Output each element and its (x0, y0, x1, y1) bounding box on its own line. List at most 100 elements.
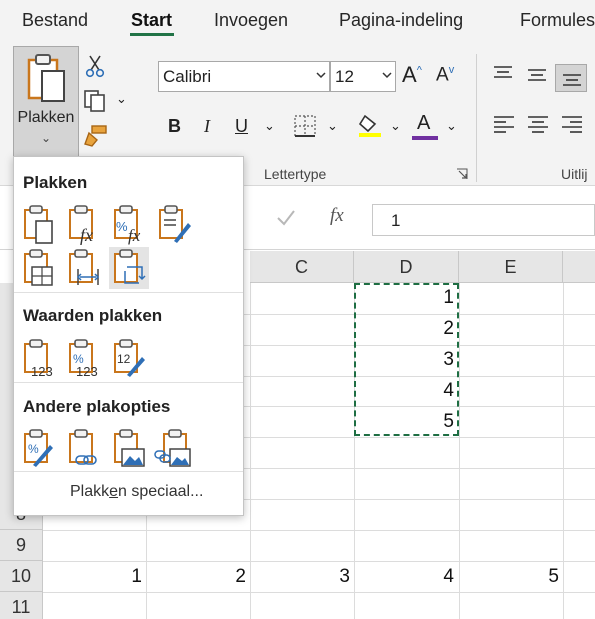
transpose-icon[interactable] (109, 247, 149, 289)
paste-values-icon[interactable]: 123 (19, 337, 59, 379)
active-tab-indicator (130, 33, 174, 36)
keep-source-formatting-icon[interactable] (154, 203, 194, 245)
fill-color-dropdown-icon[interactable]: ⌄ (390, 118, 401, 134)
svg-text:%: % (116, 219, 128, 234)
italic-button[interactable]: I (204, 116, 210, 137)
paste-special-text: Plakk (70, 483, 110, 500)
menu-separator (14, 292, 243, 293)
font-name-value: Calibri (163, 67, 212, 86)
font-color-bar (412, 136, 438, 140)
paste-formulas-icon[interactable]: fx (64, 203, 104, 245)
check-icon[interactable] (275, 208, 297, 228)
group-divider (476, 54, 477, 182)
font-group-label: Lettertype (264, 166, 327, 182)
fill-color-icon[interactable] (357, 112, 383, 138)
font-color-letter: A (417, 112, 431, 134)
align-bottom-icon (563, 74, 581, 86)
picture-icon[interactable] (109, 427, 149, 469)
align-right-icon[interactable] (560, 114, 584, 136)
svg-text:fx: fx (80, 225, 93, 245)
paste-label: Plakken (17, 109, 75, 126)
cell-b10[interactable]: 1 (43, 566, 142, 588)
tab-invoegen[interactable]: Invoegen (214, 10, 288, 31)
gridline (43, 561, 595, 562)
tab-pagina-indeling[interactable]: Pagina-indeling (339, 10, 463, 31)
no-borders-icon[interactable] (19, 247, 59, 289)
keep-column-widths-icon[interactable] (64, 247, 104, 289)
menu-separator (14, 471, 243, 472)
menu-separator (14, 382, 243, 383)
clipboard-icon (27, 54, 65, 102)
tab-bestand[interactable]: Bestand (22, 10, 88, 31)
paste-special-text: n speciaal... (118, 483, 204, 500)
row-header-10[interactable]: 10 (0, 561, 43, 592)
row-header-9[interactable]: 9 (0, 530, 43, 561)
excel-window: Bestand Start Invoegen Pagina-indeling F… (0, 0, 595, 619)
column-header-c[interactable]: C (250, 251, 354, 283)
paste-button[interactable]: Plakken ⌄ (13, 46, 79, 157)
formula-input[interactable]: 1 (372, 204, 595, 236)
font-name-select[interactable]: Calibri (158, 61, 330, 92)
grow-font-button[interactable]: A^ (402, 62, 422, 88)
borders-dropdown-icon[interactable]: ⌄ (327, 118, 338, 134)
linked-picture-icon[interactable] (154, 427, 194, 469)
align-center-icon[interactable] (526, 114, 550, 136)
paste-formulas-number-format-icon[interactable]: % fx (109, 203, 149, 245)
align-left-icon[interactable] (492, 114, 516, 136)
font-size-value: 12 (335, 67, 354, 86)
column-header-d[interactable]: D (354, 251, 459, 283)
chevron-down-icon (316, 72, 326, 79)
dialog-launcher-icon[interactable] (456, 168, 468, 180)
paste-menu: Plakken fx % fx Waarden plakken 123 % 123 (13, 156, 244, 516)
gridline (43, 592, 595, 593)
grow-font-letter: A (402, 62, 417, 87)
borders-icon[interactable] (293, 114, 317, 138)
alignment-group-label: Uitlij (561, 166, 588, 182)
svg-text:123: 123 (76, 364, 98, 379)
svg-text:123: 123 (31, 364, 53, 379)
underline-button[interactable]: U (235, 116, 248, 137)
values-section-heading: Waarden plakken (23, 306, 163, 325)
paste-section-heading: Plakken (23, 173, 88, 192)
copy-icon[interactable] (83, 89, 109, 113)
insert-function-icon[interactable]: fx (330, 205, 344, 227)
ribbon-tabs: Bestand Start Invoegen Pagina-indeling F… (0, 0, 595, 44)
format-painter-icon[interactable] (83, 124, 109, 148)
underline-dropdown-icon[interactable]: ⌄ (264, 118, 275, 134)
values-source-formatting-icon[interactable]: 12 (109, 337, 149, 379)
gridline (563, 283, 564, 619)
row-header-11[interactable]: 11 (0, 592, 43, 619)
shrink-font-button[interactable]: Av (436, 64, 454, 86)
column-header-f[interactable] (563, 251, 595, 283)
paste-icon[interactable] (19, 203, 59, 245)
svg-text:fx: fx (128, 226, 141, 245)
other-section-heading: Andere plakopties (23, 397, 171, 416)
svg-text:%: % (28, 442, 39, 456)
bold-button[interactable]: B (168, 116, 181, 137)
cell-d10[interactable]: 3 (250, 566, 350, 588)
cell-c10[interactable]: 2 (146, 566, 246, 588)
align-bottom-button[interactable] (555, 64, 587, 92)
chevron-down-icon: ⌄ (40, 131, 52, 145)
chevron-down-icon (382, 72, 392, 79)
svg-text:12: 12 (117, 352, 131, 366)
tab-formules[interactable]: Formules (520, 10, 595, 31)
column-header-e[interactable]: E (459, 251, 563, 283)
tab-start[interactable]: Start (131, 10, 172, 31)
font-color-dropdown-icon[interactable]: ⌄ (446, 118, 457, 134)
align-top-icon[interactable] (492, 64, 514, 84)
paste-special-accelerator: e (109, 483, 119, 500)
copy-dropdown-icon[interactable]: ⌄ (116, 91, 127, 107)
scissors-icon[interactable] (85, 54, 105, 78)
copy-marquee (354, 283, 459, 436)
font-color-button[interactable]: A (412, 112, 438, 142)
paste-special-link[interactable]: Plakken speciaal... (70, 483, 203, 501)
shrink-font-letter: A (436, 64, 449, 86)
paste-link-icon[interactable] (64, 427, 104, 469)
font-size-select[interactable]: 12 (330, 61, 396, 92)
cell-f10[interactable]: 5 (459, 566, 559, 588)
values-number-format-icon[interactable]: % 123 (64, 337, 104, 379)
formatting-icon[interactable]: % (19, 427, 59, 469)
align-middle-icon[interactable] (526, 66, 548, 86)
cell-e10[interactable]: 4 (354, 566, 454, 588)
